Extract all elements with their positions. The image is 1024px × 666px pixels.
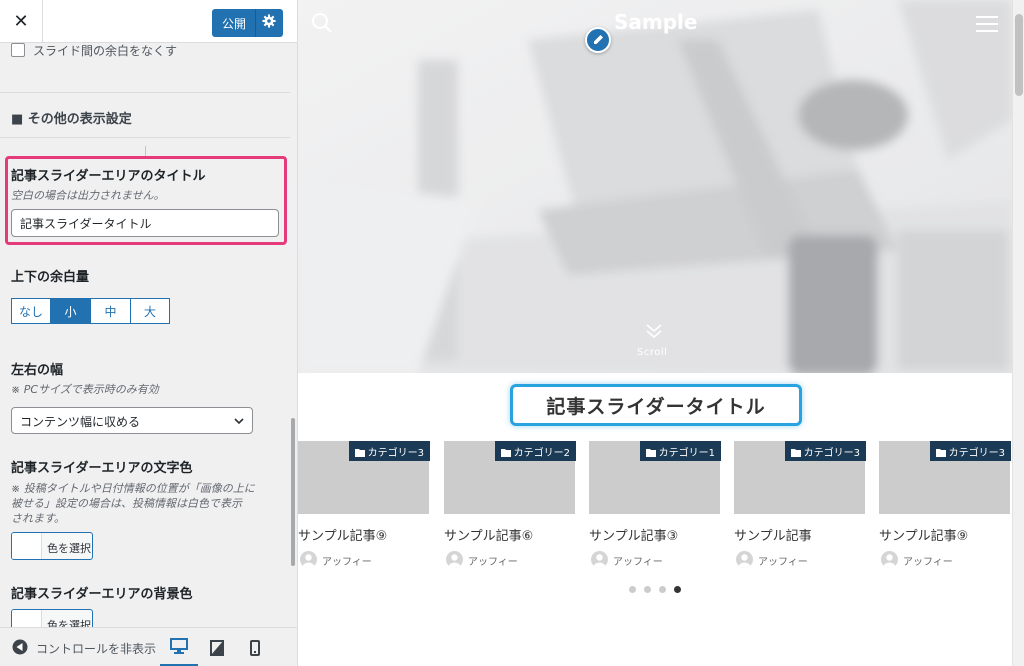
padding-option-small[interactable]: 小 <box>50 298 91 324</box>
hamburger-menu-icon[interactable] <box>976 15 998 33</box>
category-label: カテゴリー3 <box>367 448 424 459</box>
post-title[interactable]: サンプル記事⑨ <box>298 525 387 544</box>
edit-shortcut-button[interactable] <box>585 27 611 53</box>
category-badge[interactable]: カテゴリー2 <box>494 441 576 461</box>
text-color-picker-button[interactable]: 色を選択 <box>11 532 93 560</box>
chevron-down-icon <box>234 418 244 425</box>
category-badge[interactable]: カテゴリー1 <box>639 441 721 461</box>
pencil-icon <box>594 35 603 44</box>
category-badge[interactable]: カテゴリー3 <box>784 441 866 461</box>
site-preview: Sample Scroll 記事スライダータイトル カテゴリー3 サンプル記事⑨ ア… <box>298 0 1012 666</box>
width-select[interactable]: コンテンツ幅に収める <box>11 407 253 434</box>
tablet-preview-button[interactable] <box>198 628 236 666</box>
category-label: カテゴリー3 <box>803 448 860 459</box>
mobile-icon <box>250 639 260 656</box>
pagination-dot[interactable] <box>674 586 681 593</box>
user-icon <box>448 554 461 568</box>
category-badge[interactable]: カテゴリー3 <box>929 441 1011 461</box>
text-color-swatch <box>12 533 42 559</box>
close-button[interactable]: ✕ <box>0 0 43 43</box>
author-name: アッフィー <box>903 557 953 568</box>
width-label: 左右の幅 <box>11 363 64 378</box>
text-color-note-2: 被せる」設定の場合は、投稿情報は白色で表示 <box>11 497 242 510</box>
bg-color-label: 記事スライダーエリアの背景色 <box>11 587 193 602</box>
user-icon <box>883 554 896 568</box>
author-name: アッフィー <box>758 557 808 568</box>
pagination-dot[interactable] <box>659 586 666 593</box>
tablet-icon <box>210 639 224 656</box>
post-title[interactable]: サンプル記事⑥ <box>444 525 533 544</box>
sidebar-scrollbar[interactable] <box>291 418 295 566</box>
text-color-button-label: 色を選択 <box>47 542 91 555</box>
text-color-note-3: されます。 <box>11 512 65 525</box>
customizer-sidebar: ✕ 公開 スライド間の余白をなくす ■ その他の表示設定 記事スライダーエリアの… <box>0 0 298 666</box>
width-select-value: コンテンツ幅に収める <box>20 415 141 429</box>
hero-photo <box>298 0 1012 373</box>
folder-icon <box>935 449 946 457</box>
author-name: アッフィー <box>322 557 372 568</box>
post-title[interactable]: サンプル記事 <box>734 525 812 544</box>
pagination-dot[interactable] <box>644 586 651 593</box>
category-label: カテゴリー2 <box>513 448 570 459</box>
category-badge[interactable]: カテゴリー3 <box>348 441 430 461</box>
padding-label: 上下の余白量 <box>11 270 90 285</box>
title-field-label: 記事スライダーエリアのタイトル <box>11 169 206 184</box>
scroll-label: Scroll <box>637 347 668 358</box>
collapse-arrow-icon[interactable] <box>12 639 28 655</box>
customizer-topbar: ✕ 公開 <box>0 0 297 43</box>
slider-title-input[interactable]: 記事スライダータイトル <box>11 209 279 237</box>
mobile-preview-button[interactable] <box>236 628 274 666</box>
category-label: カテゴリー1 <box>658 448 715 459</box>
folder-icon <box>645 449 656 457</box>
padding-option-large[interactable]: 大 <box>130 298 170 324</box>
user-icon <box>738 554 751 568</box>
user-icon <box>593 554 606 568</box>
author-name: アッフィー <box>613 557 663 568</box>
scroll-down-icon[interactable] <box>645 322 663 340</box>
preview-scrollbar[interactable] <box>1012 0 1024 666</box>
pagination-dot[interactable] <box>629 586 636 593</box>
padding-option-none[interactable]: なし <box>11 298 51 324</box>
padding-option-medium[interactable]: 中 <box>90 298 131 324</box>
no-gap-checkbox-label: スライド間の余白をなくす <box>33 44 178 58</box>
author-avatar <box>446 551 463 568</box>
site-logo[interactable]: Sample <box>614 10 697 34</box>
no-gap-checkbox[interactable] <box>11 43 25 57</box>
author-avatar <box>300 551 317 568</box>
author-avatar <box>591 551 608 568</box>
title-field-description: 空白の場合は出力されません。 <box>11 189 165 202</box>
publish-button[interactable]: 公開 <box>212 9 283 37</box>
divider-tick <box>145 146 146 156</box>
slider-area-title: 記事スライダータイトル <box>510 384 802 426</box>
close-icon: ✕ <box>13 11 29 32</box>
desktop-icon <box>170 638 188 654</box>
author-avatar <box>881 551 898 568</box>
hero-image: Sample Scroll <box>298 0 1012 373</box>
publish-label: 公開 <box>222 17 247 31</box>
author-avatar <box>736 551 753 568</box>
user-icon <box>302 554 315 568</box>
folder-icon <box>354 449 365 457</box>
hide-controls-label[interactable]: コントロールを非表示 <box>36 640 156 657</box>
folder-icon <box>500 449 511 457</box>
preview-scrollbar-thumb[interactable] <box>1015 14 1023 96</box>
gear-icon[interactable] <box>262 14 276 28</box>
customizer-footer: コントロールを非表示 <box>0 627 297 666</box>
search-icon[interactable] <box>311 12 333 34</box>
publish-divider <box>255 9 256 37</box>
section-heading: ■ その他の表示設定 <box>11 112 132 127</box>
text-color-label: 記事スライダーエリアの文字色 <box>11 461 193 476</box>
author-name: アッフィー <box>468 557 518 568</box>
width-note: ※ PCサイズで表示時のみ有効 <box>11 383 159 396</box>
post-title[interactable]: サンプル記事③ <box>589 525 678 544</box>
post-title[interactable]: サンプル記事⑨ <box>879 525 968 544</box>
category-label: カテゴリー3 <box>948 448 1005 459</box>
text-color-note-1: ※ 投稿タイトルや日付情報の位置が「画像の上に <box>11 482 255 495</box>
desktop-preview-button[interactable] <box>160 628 198 666</box>
folder-icon <box>790 449 801 457</box>
